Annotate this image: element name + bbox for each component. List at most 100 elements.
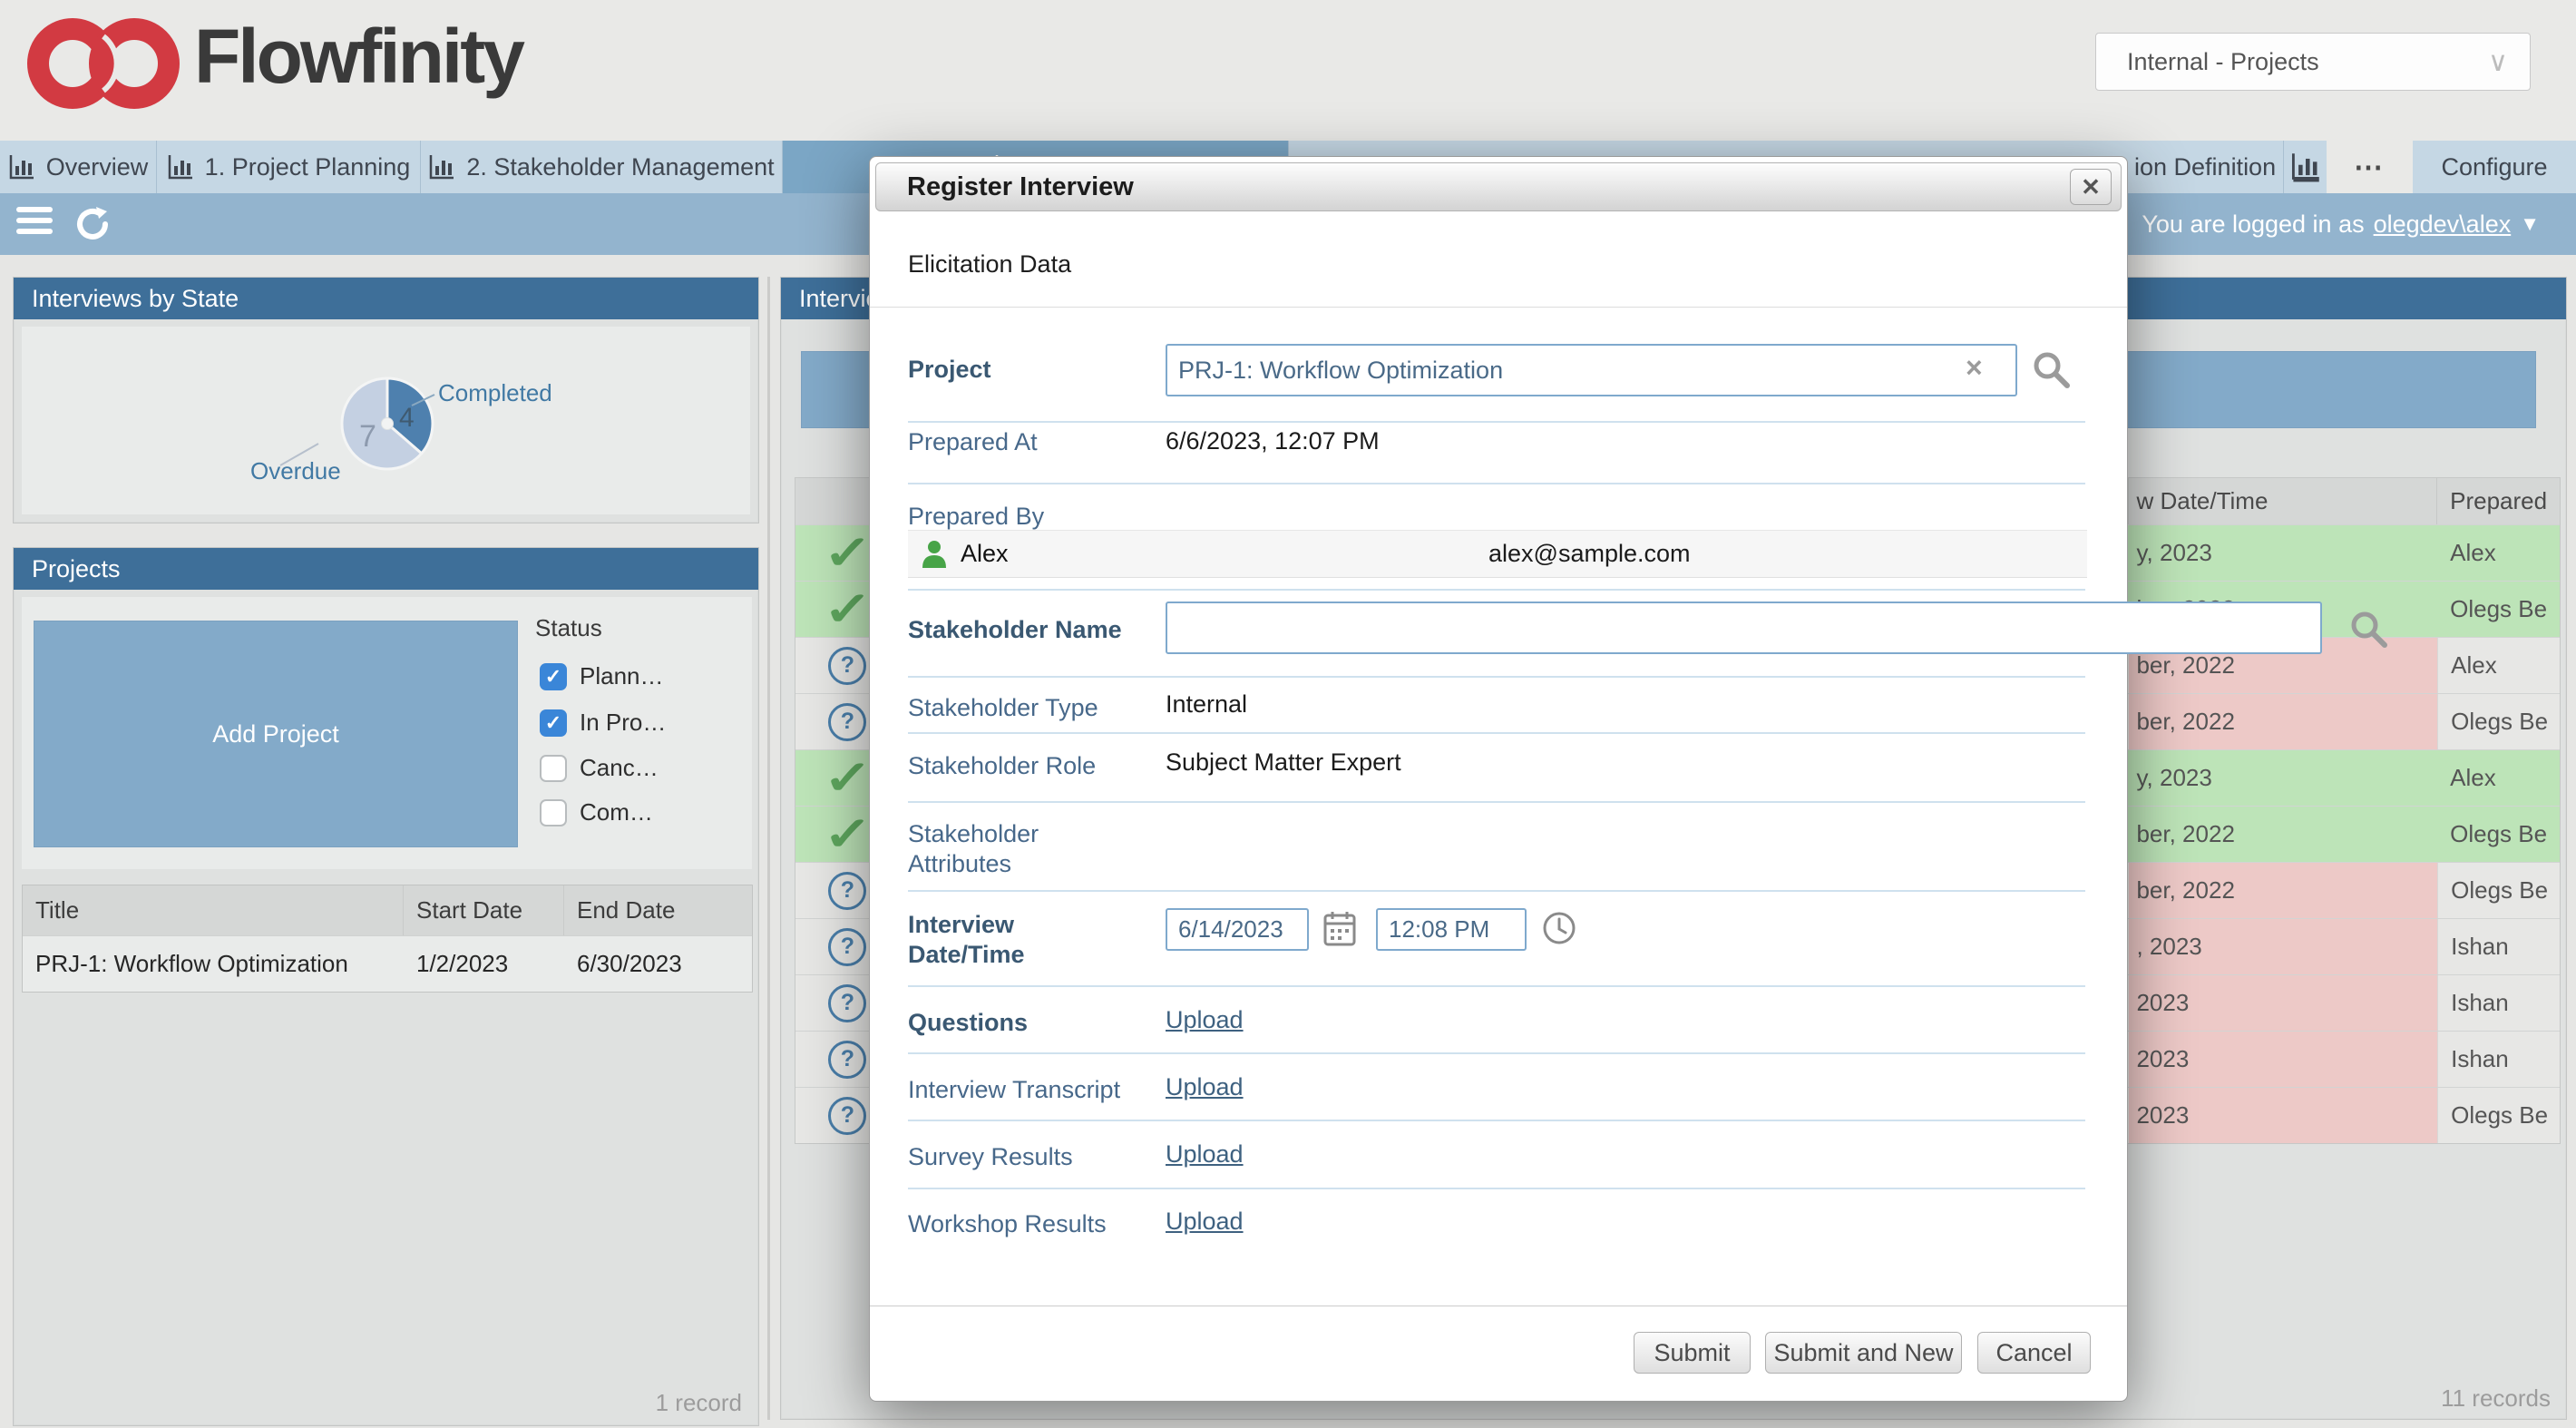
field-divider <box>908 421 2085 423</box>
cell-prepared: Ishan <box>2437 975 2560 1031</box>
field-divider <box>908 483 2085 484</box>
interview-time-input[interactable] <box>1376 908 1527 951</box>
flowfinity-logo-icon <box>20 9 183 118</box>
col-title[interactable]: Title <box>23 885 404 935</box>
checkbox-checked-icon[interactable]: ✓ <box>540 709 567 737</box>
status-option-planned[interactable]: ✓ Plann… <box>540 662 664 690</box>
col-interview-datetime[interactable]: w Date/Time <box>2129 478 2437 524</box>
panel-splitter[interactable] <box>767 277 770 1420</box>
field-divider <box>908 801 2085 803</box>
cell-prepared: Olegs Be <box>2437 582 2560 637</box>
tab-overflow-ellipsis[interactable]: ⋯ <box>2327 141 2413 193</box>
field-divider <box>908 732 2085 734</box>
cell-date: 2023 <box>2129 1032 2437 1087</box>
survey-results-upload-link[interactable]: Upload <box>1166 1140 1244 1169</box>
prepared-by-email: alex@sample.com <box>1488 540 1691 568</box>
table-row[interactable]: PRJ-1: Workflow Optimization 1/2/2023 6/… <box>23 935 752 992</box>
checkbox-checked-icon[interactable]: ✓ <box>540 663 567 690</box>
tab-stakeholder-management[interactable]: 2. Stakeholder Management <box>420 141 782 193</box>
clock-icon[interactable] <box>1541 910 1577 946</box>
add-project-button[interactable]: Add Project <box>34 621 518 847</box>
caret-down-icon[interactable]: ▼ <box>2520 212 2540 236</box>
logged-in-user-link[interactable]: olegdev\alex <box>2374 210 2512 239</box>
col-start-date[interactable]: Start Date <box>404 885 564 935</box>
cell-prepared: Olegs Be <box>2437 694 2560 749</box>
app-selector-value: Internal - Projects <box>2127 48 2319 76</box>
section-divider <box>870 307 2127 308</box>
completed-icon: ✓ <box>823 586 872 633</box>
col-end-date[interactable]: End Date <box>564 885 752 935</box>
submit-and-new-button[interactable]: Submit and New <box>1765 1332 1962 1374</box>
checkbox-label: Com… <box>580 798 653 826</box>
tab-label: ion Definition <box>2134 153 2276 181</box>
tab-configure[interactable]: Configure <box>2413 141 2576 193</box>
cell-date: ber, 2022 <box>2129 807 2437 862</box>
search-icon[interactable] <box>2347 607 2390 650</box>
pie-label-overdue: Overdue <box>250 457 341 484</box>
calendar-icon[interactable] <box>1323 910 1356 948</box>
dialog-header[interactable]: Register Interview ✕ <box>875 162 2122 211</box>
unknown-state-icon: ? <box>828 928 866 966</box>
interview-date-input[interactable] <box>1166 908 1309 951</box>
panel-title: Interviews by State <box>14 278 758 319</box>
project-input[interactable] <box>1166 344 2017 396</box>
field-divider <box>908 985 2085 987</box>
field-divider <box>908 1052 2085 1054</box>
interviews-state-pie-chart[interactable]: Completed Overdue 4 7 <box>22 327 752 516</box>
stakeholder-role-value: Subject Matter Expert <box>1166 748 1401 777</box>
cell-date: y, 2023 <box>2129 525 2437 581</box>
checkbox-label: Canc… <box>580 754 659 782</box>
clear-icon[interactable]: × <box>1966 351 1983 385</box>
ellipsis-icon: ⋯ <box>2354 150 2386 184</box>
tab-overview[interactable]: Overview <box>0 141 156 193</box>
tab-chart-only[interactable] <box>2283 141 2327 193</box>
checkbox-unchecked-icon[interactable] <box>540 755 567 782</box>
questions-upload-link[interactable]: Upload <box>1166 1006 1244 1034</box>
bar-chart-icon <box>8 153 35 181</box>
dialog-title: Register Interview <box>907 163 1134 210</box>
cell-date: 2023 <box>2129 975 2437 1031</box>
cell-date: ber, 2022 <box>2129 863 2437 918</box>
col-prepared-by[interactable]: Prepared <box>2437 478 2560 524</box>
survey-results-label: Survey Results <box>908 1142 1135 1172</box>
workshop-results-upload-link[interactable]: Upload <box>1166 1208 1244 1236</box>
completed-icon: ✓ <box>823 755 872 802</box>
field-divider <box>908 1188 2085 1189</box>
panel-body: Completed Overdue 4 7 <box>15 319 757 522</box>
unknown-state-icon: ? <box>828 1041 866 1079</box>
menu-icon[interactable] <box>16 207 53 241</box>
stakeholder-name-label: Stakeholder Name <box>908 615 1135 645</box>
unknown-state-icon: ? <box>828 984 866 1022</box>
submit-button[interactable]: Submit <box>1634 1332 1751 1374</box>
record-count: 11 records <box>2441 1384 2551 1413</box>
status-option-completed[interactable]: Com… <box>540 798 653 826</box>
app-selector-dropdown[interactable]: Internal - Projects ∨ <box>2095 33 2531 91</box>
tab-project-planning[interactable]: 1. Project Planning <box>156 141 420 193</box>
prepared-by-user-row[interactable]: Alex alex@sample.com <box>908 530 2087 578</box>
stakeholder-name-input[interactable] <box>1166 602 2322 654</box>
field-divider <box>908 589 2085 591</box>
completed-icon: ✓ <box>823 530 872 577</box>
search-icon[interactable] <box>2029 347 2073 391</box>
section-title: Elicitation Data <box>908 250 1071 279</box>
pie-value-overdue: 7 <box>359 419 376 454</box>
tab-label: 1. Project Planning <box>205 153 411 181</box>
project-label: Project <box>908 355 1135 385</box>
projects-table-header: Title Start Date End Date <box>23 885 752 935</box>
close-icon[interactable]: ✕ <box>2070 169 2112 205</box>
chevron-down-icon: ∨ <box>2488 46 2508 78</box>
record-count: 1 record <box>656 1389 742 1417</box>
status-option-inprogress[interactable]: ✓ In Pro… <box>540 709 666 737</box>
questions-label: Questions <box>908 1008 1135 1038</box>
cancel-button[interactable]: Cancel <box>1977 1332 2091 1374</box>
cell-end-date: 6/30/2023 <box>564 936 752 992</box>
cell-prepared: Olegs Be <box>2437 1088 2560 1143</box>
status-option-cancelled[interactable]: Canc… <box>540 754 659 782</box>
refresh-icon[interactable] <box>73 203 114 245</box>
stakeholder-role-label: Stakeholder Role <box>908 751 1135 781</box>
cell-date: ber, 2022 <box>2129 694 2437 749</box>
field-divider <box>908 890 2085 892</box>
interview-transcript-upload-link[interactable]: Upload <box>1166 1073 1244 1101</box>
app-screen: Flowfinity Internal - Projects ∨ Overvie… <box>0 0 2576 1428</box>
checkbox-unchecked-icon[interactable] <box>540 799 567 826</box>
